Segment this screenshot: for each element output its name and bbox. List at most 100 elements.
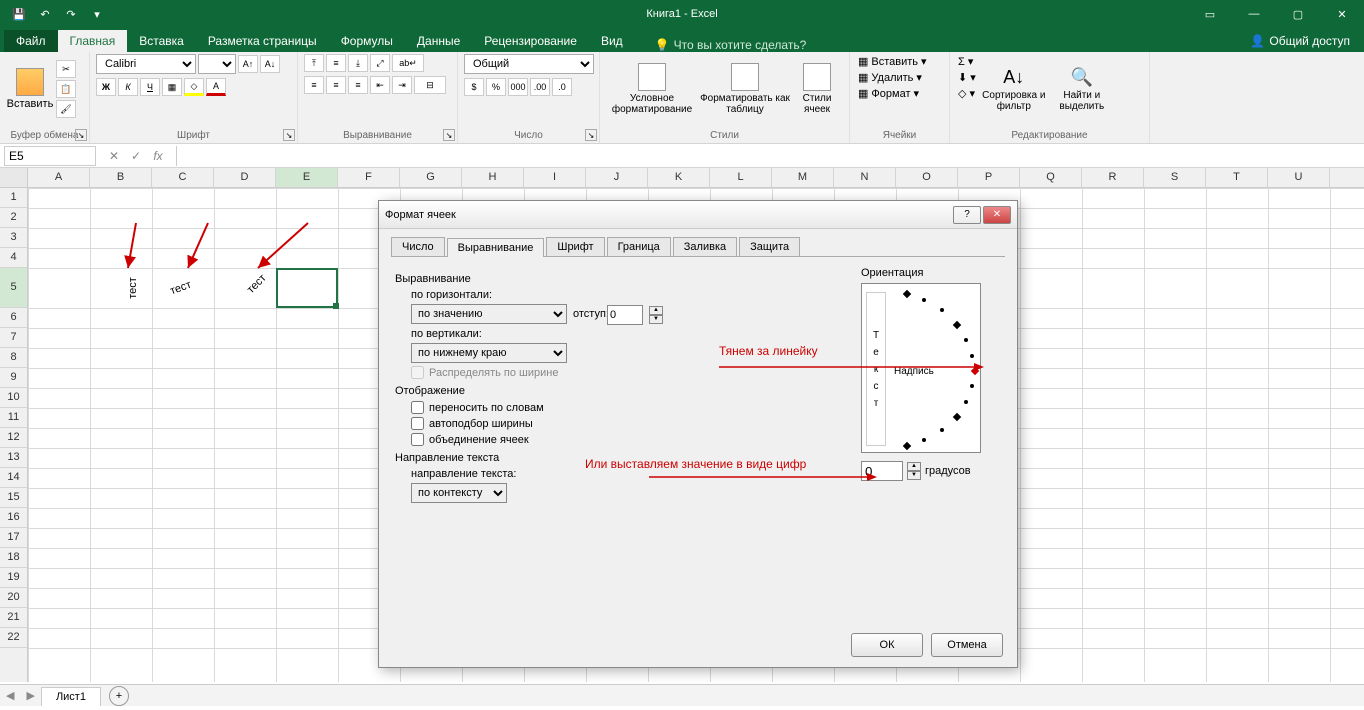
row-header[interactable]: 4 xyxy=(0,248,27,268)
decrease-indent-icon[interactable]: ⇤ xyxy=(370,76,390,94)
align-center-icon[interactable]: ≡ xyxy=(326,76,346,94)
row-header[interactable]: 9 xyxy=(0,368,27,388)
row-header[interactable]: 11 xyxy=(0,408,27,428)
col-header[interactable]: A xyxy=(28,168,90,187)
name-box[interactable]: E5 xyxy=(4,146,96,166)
cancel-formula-icon[interactable]: ✕ xyxy=(104,149,124,163)
dlg-tab-protect[interactable]: Защита xyxy=(739,237,800,256)
textdir-select[interactable]: по контексту xyxy=(411,483,507,503)
col-header[interactable]: F xyxy=(338,168,400,187)
wrap-checkbox[interactable] xyxy=(411,401,424,414)
col-header[interactable]: B xyxy=(90,168,152,187)
row-header[interactable]: 2 xyxy=(0,208,27,228)
row-header[interactable]: 14 xyxy=(0,468,27,488)
conditional-format-button[interactable]: Условное форматирование xyxy=(606,54,698,124)
col-header[interactable]: P xyxy=(958,168,1020,187)
row-header[interactable]: 13 xyxy=(0,448,27,468)
tab-insert[interactable]: Вставка xyxy=(127,30,196,52)
sheet-nav-next-icon[interactable]: ▶ xyxy=(20,689,40,702)
insert-cells-button[interactable]: ▦ Вставить ▾ xyxy=(856,54,929,69)
percent-icon[interactable]: % xyxy=(486,78,506,96)
dlg-tab-alignment[interactable]: Выравнивание xyxy=(447,238,545,257)
wrap-text-icon[interactable]: ab↵ xyxy=(392,54,424,72)
dialog-launcher-icon[interactable]: ↘ xyxy=(75,129,87,141)
bold-button[interactable]: Ж xyxy=(96,78,116,96)
col-header[interactable]: I xyxy=(524,168,586,187)
col-header[interactable]: H xyxy=(462,168,524,187)
increase-indent-icon[interactable]: ⇥ xyxy=(392,76,412,94)
delete-cells-button[interactable]: ▦ Удалить ▾ xyxy=(856,70,929,85)
col-header[interactable]: S xyxy=(1144,168,1206,187)
row-header[interactable]: 7 xyxy=(0,328,27,348)
formula-input[interactable] xyxy=(176,146,1364,166)
dialog-launcher-icon[interactable]: ↘ xyxy=(443,129,455,141)
ok-button[interactable]: ОК xyxy=(851,633,923,657)
row-header[interactable]: 8 xyxy=(0,348,27,368)
grow-font-icon[interactable]: A↑ xyxy=(238,55,258,73)
col-header[interactable]: K xyxy=(648,168,710,187)
indent-up-icon[interactable]: ▲ xyxy=(649,306,663,315)
format-painter-icon[interactable]: 🖌 xyxy=(56,100,76,118)
col-header[interactable]: O xyxy=(896,168,958,187)
dialog-launcher-icon[interactable]: ↘ xyxy=(283,129,295,141)
format-table-button[interactable]: Форматировать как таблицу xyxy=(700,54,790,124)
degrees-input[interactable] xyxy=(861,461,903,481)
row-header[interactable]: 1 xyxy=(0,188,27,208)
row-header[interactable]: 5 xyxy=(0,268,27,308)
undo-icon[interactable]: ↶ xyxy=(34,3,56,25)
deg-down-icon[interactable]: ▼ xyxy=(907,471,921,480)
row-header[interactable]: 6 xyxy=(0,308,27,328)
row-header[interactable]: 3 xyxy=(0,228,27,248)
enter-formula-icon[interactable]: ✓ xyxy=(126,149,146,163)
fx-icon[interactable]: fx xyxy=(148,149,168,163)
col-header[interactable]: J xyxy=(586,168,648,187)
add-sheet-icon[interactable]: + xyxy=(109,686,129,706)
format-cells-button[interactable]: ▦ Формат ▾ xyxy=(856,86,929,101)
dlg-tab-border[interactable]: Граница xyxy=(607,237,671,256)
fill-color-icon[interactable]: ◇ xyxy=(184,78,204,96)
sheet-tab[interactable]: Лист1 xyxy=(41,687,101,706)
col-header[interactable]: N xyxy=(834,168,896,187)
font-size-select[interactable]: 11 xyxy=(198,54,236,74)
tab-home[interactable]: Главная xyxy=(58,30,128,52)
dlg-tab-fill[interactable]: Заливка xyxy=(673,237,737,256)
row-header[interactable]: 17 xyxy=(0,528,27,548)
shrink-checkbox[interactable] xyxy=(411,417,424,430)
col-header[interactable]: C xyxy=(152,168,214,187)
align-bottom-icon[interactable]: ⤓ xyxy=(348,54,368,72)
cut-icon[interactable]: ✂ xyxy=(56,60,76,78)
minimize-icon[interactable]: — xyxy=(1232,0,1276,28)
font-name-select[interactable]: Calibri xyxy=(96,54,196,74)
indent-down-icon[interactable]: ▼ xyxy=(649,315,663,324)
align-right-icon[interactable]: ≡ xyxy=(348,76,368,94)
align-left-icon[interactable]: ≡ xyxy=(304,76,324,94)
tab-data[interactable]: Данные xyxy=(405,30,472,52)
col-header[interactable]: U xyxy=(1268,168,1330,187)
decrease-decimal-icon[interactable]: .0 xyxy=(552,78,572,96)
shrink-font-icon[interactable]: A↓ xyxy=(260,55,280,73)
paste-button[interactable]: Вставить xyxy=(6,54,54,124)
row-header[interactable]: 21 xyxy=(0,608,27,628)
col-header[interactable]: T xyxy=(1206,168,1268,187)
increase-decimal-icon[interactable]: .00 xyxy=(530,78,550,96)
row-header[interactable]: 18 xyxy=(0,548,27,568)
row-header[interactable]: 16 xyxy=(0,508,27,528)
col-header[interactable]: E xyxy=(276,168,338,187)
clear-button[interactable]: ◇ ▾ xyxy=(956,86,978,101)
dialog-help-icon[interactable]: ? xyxy=(953,206,981,224)
row-header[interactable]: 22 xyxy=(0,628,27,648)
row-header[interactable]: 15 xyxy=(0,488,27,508)
row-header[interactable]: 19 xyxy=(0,568,27,588)
currency-icon[interactable]: $ xyxy=(464,78,484,96)
cancel-button[interactable]: Отмена xyxy=(931,633,1003,657)
dlg-tab-number[interactable]: Число xyxy=(391,237,445,256)
indent-input[interactable] xyxy=(607,305,643,325)
find-select-button[interactable]: 🔍Найти и выделить xyxy=(1050,54,1114,124)
maximize-icon[interactable]: ▢ xyxy=(1276,0,1320,28)
orientation-dial[interactable]: Надпись xyxy=(892,288,978,450)
select-all-corner[interactable] xyxy=(0,168,28,187)
col-header[interactable]: Q xyxy=(1020,168,1082,187)
copy-icon[interactable]: 📋 xyxy=(56,80,76,98)
comma-icon[interactable]: 000 xyxy=(508,78,528,96)
align-top-icon[interactable]: ⤒ xyxy=(304,54,324,72)
